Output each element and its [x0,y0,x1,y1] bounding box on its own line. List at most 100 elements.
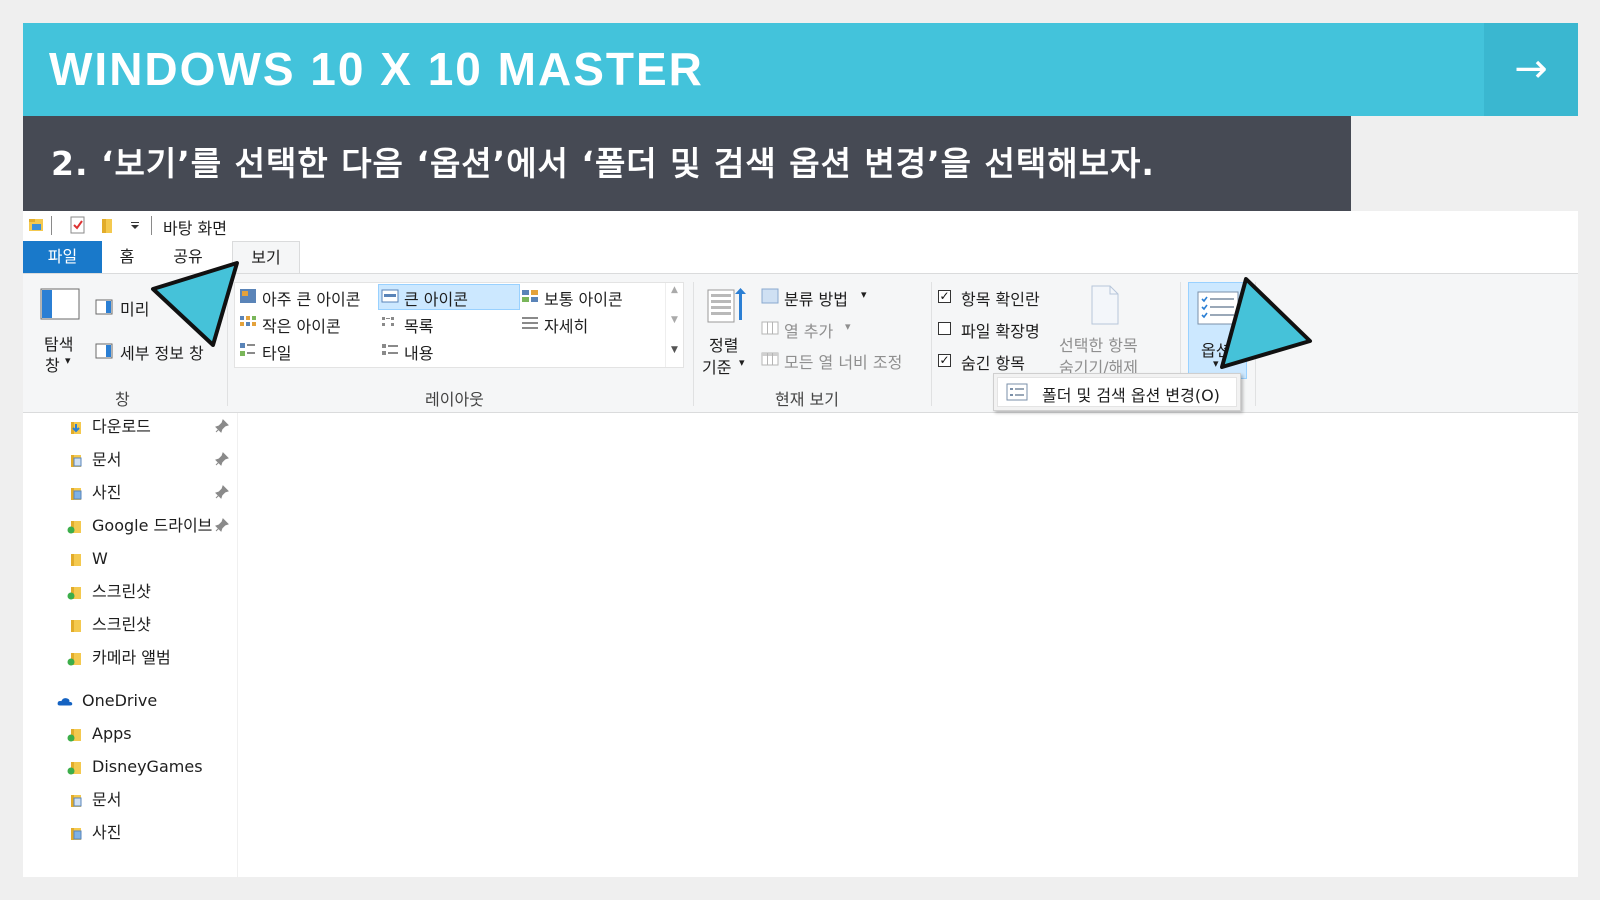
folder-icon [67,762,81,775]
nav-item-label: 문서 [92,790,122,809]
toolbar-separator [51,216,52,235]
navigation-pane-button-line2[interactable]: 창 [45,352,60,376]
list-view-icon [382,317,394,326]
nav-item[interactable]: Apps [67,720,237,748]
medium-icons-icon [522,290,538,302]
pin-icon[interactable] [215,518,229,532]
layout-item-selected[interactable]: 큰 아이콘 [404,286,468,310]
group-by-icon [761,288,779,304]
nav-item-label: 다운로드 [92,417,151,436]
layout-item[interactable]: 아주 큰 아이콘 [262,286,361,310]
group-label-layout: 레이아웃 [425,390,484,409]
nav-item-label: 카메라 앨범 [92,648,171,667]
nav-item[interactable]: 문서 [67,786,237,814]
nav-item-label: OneDrive [82,691,158,710]
change-folder-options-menu-item[interactable]: 폴더 및 검색 옵션 변경(O) [997,377,1237,407]
size-all-columns-icon [761,352,779,366]
step-instruction-bar: 2. ‘보기’를 선택한 다음 ‘옵션’에서 ‘폴더 및 검색 옵션 변경’을 … [23,116,1351,211]
nav-item-onedrive[interactable]: OneDrive [57,687,227,715]
pictures-folder-icon [71,488,82,500]
customize-toolbar-dropdown-icon[interactable] [127,216,143,234]
nav-item-label: 문서 [92,450,122,469]
nav-item[interactable]: 문서 [67,446,237,474]
group-label-current-view: 현재 보기 [775,390,839,409]
file-extensions-label[interactable]: 파일 확장명 [961,318,1040,342]
nav-item[interactable]: Google 드라이브 [67,512,237,540]
gallery-expand-icon[interactable]: ▼ [671,345,678,355]
camera-roll-folder-icon [67,653,81,666]
pictures-folder-icon [71,828,82,840]
layout-item[interactable]: 보통 아이콘 [544,286,623,310]
layout-item[interactable]: 목록 [404,313,433,337]
nav-item[interactable]: DisneyGames [67,753,237,781]
tab-file[interactable]: 파일 [23,241,102,273]
nav-item-label: 사진 [92,823,122,842]
folder-options-icon [1006,383,1028,401]
properties-check-icon[interactable] [70,216,86,234]
file-explorer-window: 바탕 화면 파일 홈 공유 보기 탐색 창 ▾ 미리 세부 정보 창 창 ▲ ▼… [23,211,1578,877]
tab-home[interactable]: 홈 [109,241,145,273]
details-view-icon [522,317,538,329]
google-drive-folder-icon [67,521,81,534]
chevron-down-icon[interactable]: ▾ [861,288,867,301]
add-columns-button[interactable]: 열 추가 [784,318,833,342]
pointer-arrow-icon [151,261,239,347]
add-columns-icon [761,321,779,335]
nav-item[interactable]: 카메라 앨범 [67,644,237,672]
hide-selected-items-button[interactable]: 선택한 항목 [1059,332,1138,356]
slide-title-bar: WINDOWS 10 X 10 MASTER → [23,23,1578,116]
folder-icon [67,587,81,600]
sort-by-icon[interactable] [706,286,748,326]
change-folder-options-label: 폴더 및 검색 옵션 변경(O) [1042,386,1220,405]
layout-gallery-scrollbar[interactable]: ▲ ▼ ▼ [665,283,683,367]
nav-item[interactable]: 사진 [67,819,237,847]
file-extensions-checkbox[interactable] [938,322,951,335]
documents-folder-icon [71,455,82,467]
group-by-button[interactable]: 분류 방법 [784,286,848,310]
preview-pane-icon[interactable] [95,299,113,315]
size-all-columns-button[interactable]: 모든 열 너비 조정 [784,349,902,373]
pin-icon[interactable] [215,452,229,466]
nav-item-label: 사진 [92,483,122,502]
download-folder-icon [71,422,81,434]
new-folder-icon[interactable] [99,216,115,234]
layout-item[interactable]: 작은 아이콘 [262,313,341,337]
large-icons-icon [381,289,399,303]
layout-item[interactable]: 타일 [262,340,291,364]
pin-icon[interactable] [215,485,229,499]
scroll-down-icon[interactable]: ▼ [671,315,678,325]
next-slide-arrow-icon[interactable]: → [1484,23,1578,116]
nav-item[interactable]: 다운로드 [67,413,237,441]
sort-by-button-line2[interactable]: 기준 [702,354,731,378]
item-checkboxes-label[interactable]: 항목 확인란 [961,286,1040,310]
slide-title: WINDOWS 10 X 10 MASTER [49,43,704,95]
explorer-folder-icon[interactable] [28,216,44,234]
folder-icon [71,554,81,566]
chevron-down-icon[interactable]: ▾ [65,354,71,367]
group-separator [693,282,694,406]
content-view-icon [382,344,398,355]
nav-item[interactable]: 스크린샷 [67,578,237,606]
nav-item[interactable]: W [67,545,237,573]
nav-item-label: Google 드라이브 [92,516,213,535]
nav-item[interactable]: 사진 [67,479,237,507]
ribbon-tabs: 파일 홈 공유 보기 [23,241,1578,274]
ribbon-view: 탐색 창 ▾ 미리 세부 정보 창 창 ▲ ▼ ▼ 아주 큰 아이콘 큰 아이콘… [23,273,1578,413]
nav-item[interactable]: 스크린샷 [67,611,237,639]
navigation-pane-icon[interactable] [40,288,80,320]
item-checkboxes-checkbox[interactable]: ✓ [938,290,951,303]
chevron-down-icon[interactable]: ▾ [845,320,851,333]
scroll-up-icon[interactable]: ▲ [671,285,678,295]
options-dropdown-menu: 폴더 및 검색 옵션 변경(O) [993,373,1241,411]
chevron-down-icon[interactable]: ▾ [739,356,745,369]
layout-item[interactable]: 내용 [404,340,433,364]
sort-by-button[interactable]: 정렬 [709,332,738,356]
navigation-pane: 다운로드 문서 사진 Google 드라이브 W 스크린샷 스크린샷 카메라 앨범 OneDri… [23,413,238,877]
window-title: 바탕 화면 [163,219,227,238]
hidden-items-checkbox[interactable]: ✓ [938,354,951,367]
details-pane-icon[interactable] [95,343,113,359]
pin-icon[interactable] [215,419,229,433]
hide-selected-items-icon[interactable] [1088,284,1122,326]
layout-item[interactable]: 자세히 [544,313,588,337]
hidden-items-label[interactable]: 숨긴 항목 [961,350,1025,374]
